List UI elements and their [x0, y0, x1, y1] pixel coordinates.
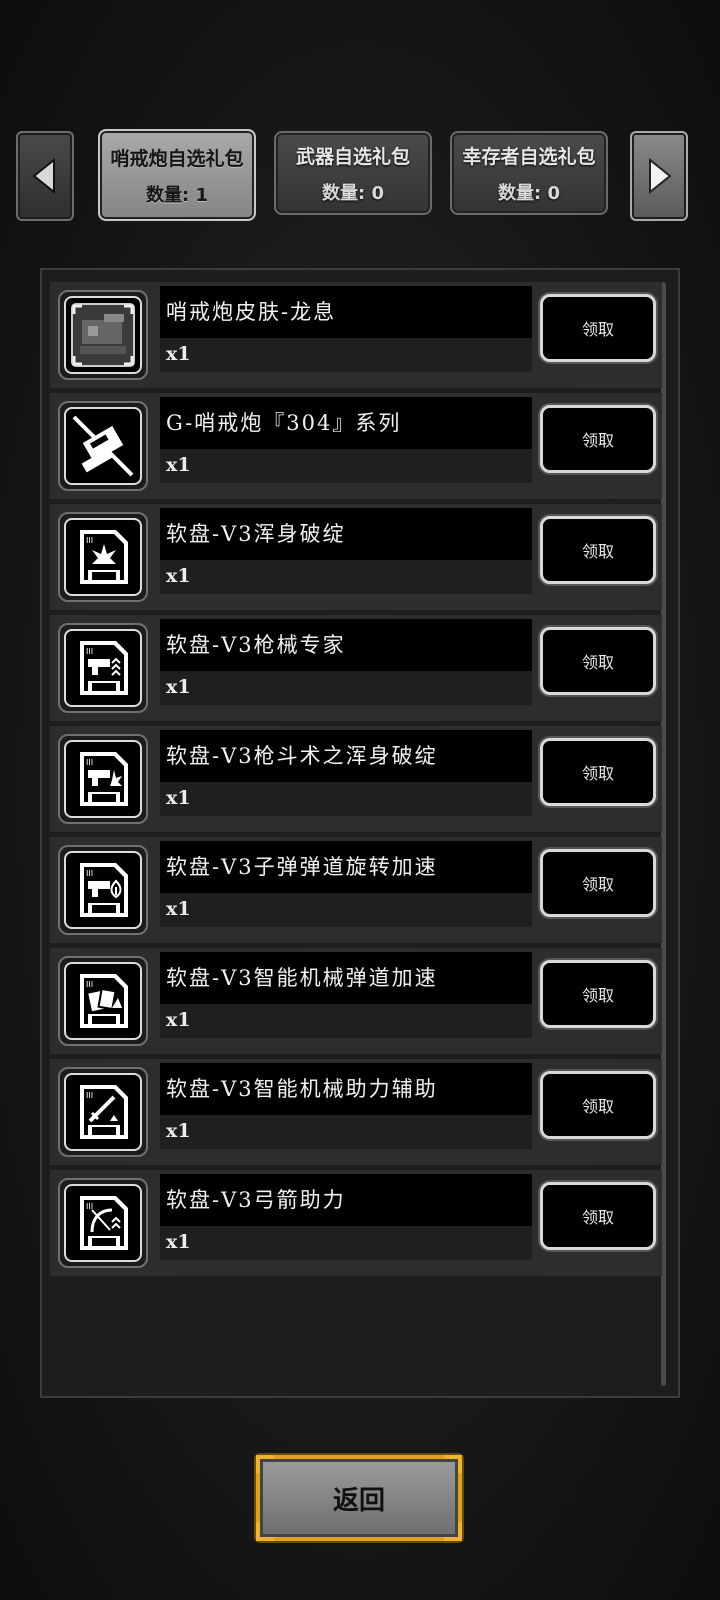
tab-turret-pack[interactable]: 哨戒炮自选礼包 数量: 1: [98, 129, 256, 221]
item-icon-frame: III: [58, 956, 148, 1046]
svg-text:III: III: [86, 1091, 93, 1100]
item-name: 软盘-V3枪械专家: [166, 633, 346, 657]
svg-text:III: III: [86, 647, 93, 656]
list-item: III 软盘-V3智能机械弹道加速 x1 领取: [50, 948, 662, 1054]
claim-button[interactable]: 领取: [540, 294, 656, 362]
floppy-disk-icon: III: [64, 518, 142, 596]
item-quantity: x1: [166, 343, 191, 365]
back-button[interactable]: 返回: [256, 1455, 462, 1541]
claim-button[interactable]: 领取: [540, 1071, 656, 1139]
item-quantity: x1: [166, 565, 191, 587]
item-name: 软盘-V3枪斗术之浑身破绽: [166, 744, 438, 768]
corner-ornament: [444, 1523, 462, 1541]
claim-button[interactable]: 领取: [540, 516, 656, 584]
tab-title: 哨戒炮自选礼包: [110, 147, 244, 170]
item-name: 软盘-V3智能机械助力辅助: [166, 1077, 438, 1101]
floppy-disk-icon: III: [64, 851, 142, 929]
item-icon-frame: III: [58, 1067, 148, 1157]
svg-text:III: III: [86, 869, 93, 878]
list-item: G-哨戒炮『304』系列 x1 领取: [50, 393, 662, 499]
claim-button[interactable]: 领取: [540, 627, 656, 695]
tab-count: 数量: 1: [146, 184, 208, 206]
item-name: 软盘-V3子弹弹道旋转加速: [166, 855, 438, 879]
floppy-disk-icon: III: [64, 629, 142, 707]
item-icon-frame: III: [58, 845, 148, 935]
item-quantity: x1: [166, 1120, 191, 1142]
list-item: III 软盘-V3枪斗术之浑身破绽 x1 领取: [50, 726, 662, 832]
tab-count: 数量: 0: [322, 182, 384, 204]
item-name: 哨戒炮皮肤-龙息: [166, 300, 337, 324]
item-quantity: x1: [166, 1009, 191, 1031]
item-name: 软盘-V3智能机械弹道加速: [166, 966, 438, 990]
turret-skin-icon: [64, 296, 142, 374]
item-name: 软盘-V3浑身破绽: [166, 522, 346, 546]
item-icon-frame: III: [58, 623, 148, 713]
list-item: III 软盘-V3弓箭助力 x1 领取: [50, 1170, 662, 1276]
corner-ornament: [444, 1455, 462, 1473]
corner-ornament: [256, 1523, 274, 1541]
svg-text:III: III: [86, 758, 93, 767]
list-item: III 软盘-V3智能机械助力辅助 x1 领取: [50, 1059, 662, 1165]
prev-tab-button[interactable]: [16, 131, 74, 221]
tab-weapon-pack[interactable]: 武器自选礼包 数量: 0: [274, 131, 432, 215]
list-item: III 软盘-V3枪械专家 x1 领取: [50, 615, 662, 721]
svg-text:III: III: [86, 536, 93, 545]
floppy-disk-icon: III: [64, 962, 142, 1040]
list-item: III 软盘-V3浑身破绽 x1 领取: [50, 504, 662, 610]
item-quantity: x1: [166, 787, 191, 809]
item-quantity: x1: [166, 676, 191, 698]
item-icon-frame: III: [58, 1178, 148, 1268]
claim-button[interactable]: 领取: [540, 960, 656, 1028]
claim-button[interactable]: 领取: [540, 405, 656, 473]
tab-count: 数量: 0: [498, 182, 560, 204]
item-quantity: x1: [166, 454, 191, 476]
right-arrow-icon: [649, 157, 672, 195]
svg-text:III: III: [86, 1202, 93, 1211]
tab-title: 幸存者自选礼包: [462, 145, 596, 168]
item-icon-frame: [58, 401, 148, 491]
turret-series-icon: [64, 407, 142, 485]
corner-ornament: [256, 1455, 274, 1473]
floppy-disk-icon: III: [64, 1184, 142, 1262]
item-name: G-哨戒炮『304』系列: [166, 411, 402, 435]
item-icon-frame: [58, 290, 148, 380]
tab-survivor-pack[interactable]: 幸存者自选礼包 数量: 0: [450, 131, 608, 215]
floppy-disk-icon: III: [64, 740, 142, 818]
claim-button[interactable]: 领取: [540, 849, 656, 917]
next-tab-button[interactable]: [630, 131, 688, 221]
floppy-disk-icon: III: [64, 1073, 142, 1151]
left-arrow-icon: [32, 157, 55, 195]
claim-button[interactable]: 领取: [540, 1182, 656, 1250]
svg-text:III: III: [86, 980, 93, 989]
tab-title: 武器自选礼包: [295, 145, 410, 168]
list-item: 哨戒炮皮肤-龙息 x1 领取: [50, 282, 662, 388]
reward-list-panel: 哨戒炮皮肤-龙息 x1 领取 G-哨戒炮『304』系列 x1 领取 III 软盘…: [40, 268, 680, 1398]
item-icon-frame: III: [58, 512, 148, 602]
claim-button[interactable]: 领取: [540, 738, 656, 806]
item-quantity: x1: [166, 898, 191, 920]
list-item: III 软盘-V3子弹弹道旋转加速 x1 领取: [50, 837, 662, 943]
item-name: 软盘-V3弓箭助力: [166, 1188, 346, 1212]
back-button-label: 返回: [332, 1485, 385, 1516]
item-quantity: x1: [166, 1231, 191, 1253]
item-icon-frame: III: [58, 734, 148, 824]
